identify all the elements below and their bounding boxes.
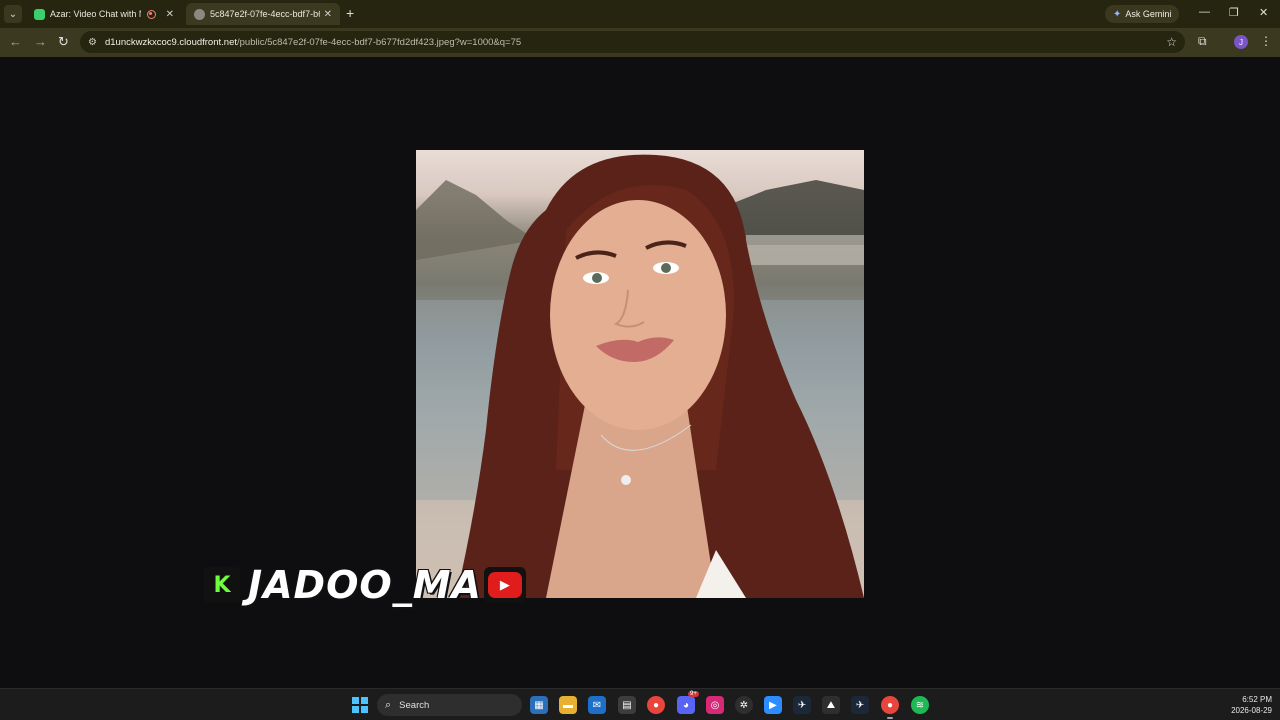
back-button[interactable]: ← [9,34,22,49]
search-placeholder: Search [399,699,430,711]
bookmark-star-icon[interactable]: ☆ [1166,35,1177,49]
recording-indicator-icon [146,9,156,19]
spotify-icon[interactable]: ≋ [911,696,929,714]
zoom-icon[interactable]: ▶ [764,696,782,714]
microsoft-store-icon[interactable]: ▤ [618,696,636,714]
close-tab-icon[interactable]: ✕ [324,9,332,20]
close-window-button[interactable]: ✕ [1259,6,1268,19]
active-app-indicator [887,717,893,719]
outlook-icon[interactable]: ✉ [588,696,606,714]
address-bar[interactable]: ⚙ d1unckwzkxcoc9.cloudfront.net/public/5… [80,31,1185,53]
youtube-play-button: ▶ [487,572,522,598]
discord-notification-badge: 9+ [688,691,699,697]
site-info-icon[interactable]: ⚙ [88,37,97,48]
tab-image[interactable]: 5c847e2f-07fe-4ecc-bdf7-b677 ✕ [186,3,340,25]
restore-button[interactable]: ❐ [1229,6,1239,19]
widgets-icon[interactable]: ▦ [530,696,548,714]
profile-avatar[interactable]: J [1234,35,1248,49]
taskbar-search[interactable]: ⌕ Search [377,694,522,716]
gemini-sparkle-icon: ✦ [1113,8,1122,20]
extensions-icon[interactable]: ⧉ [1198,34,1207,49]
clock-time: 6:52 PM [1242,695,1272,704]
new-tab-button[interactable]: + [346,6,354,20]
kick-logo-icon: K [204,567,240,603]
azar-favicon-icon [34,8,45,20]
tab-strip: ⌄ Azar: Video Chat with New ✕ 5c847e2f-0… [0,0,1280,28]
tab-search-button[interactable]: ⌄ [4,5,22,23]
kick-logo-letter: K [213,572,231,598]
reload-button[interactable]: ↻ [58,34,69,50]
play-triangle-icon: ▶ [499,577,510,592]
file-explorer-icon[interactable]: ▬ [559,696,577,714]
chrome-icon[interactable]: ● [647,696,665,714]
system-clock[interactable]: 6:52 PM 2026-08-29 [1231,694,1272,716]
chatgpt-icon[interactable]: ✲ [735,696,753,714]
ask-gemini-button[interactable]: ✦ Ask Gemini [1105,5,1180,23]
channel-watermark: K JADOO_MA ▶ [204,563,526,607]
watermark-text: JADOO_MA [248,563,482,607]
discord-icon[interactable]: ◕ [677,696,695,714]
displayed-image[interactable] [416,150,864,598]
youtube-logo-icon: ▶ [483,567,526,603]
url-path: /public/5c847e2f-07fe-4ecc-bdf7-b677fd2d… [237,36,522,48]
tab-azar[interactable]: Azar: Video Chat with New ✕ [26,3,182,25]
clock-date: 2026-08-29 [1231,706,1272,715]
start-button[interactable] [352,697,368,713]
chrome-active-icon[interactable]: ● [881,696,899,714]
search-icon: ⌕ [385,698,392,711]
steam-icon-2[interactable]: ✈ [851,696,869,714]
close-tab-icon[interactable]: ✕ [166,9,174,20]
forward-button[interactable]: → [34,34,47,49]
capcut-icon[interactable]: ⛰ [822,696,840,714]
browser-toolbar: ← → ↻ ⚙ d1unckwzkxcoc9.cloudfront.net/pu… [0,28,1280,57]
instagram-icon[interactable]: ◎ [706,696,724,714]
url-text[interactable]: d1unckwzkxcoc9.cloudfront.net/public/5c8… [105,37,521,48]
steam-icon[interactable]: ✈ [793,696,811,714]
minimize-button[interactable]: — [1199,6,1210,18]
ask-gemini-label: Ask Gemini [1125,9,1172,19]
menu-kebab-icon[interactable]: ⋮ [1260,34,1272,48]
tab-title: Azar: Video Chat with New [50,9,141,19]
globe-favicon-icon [194,8,205,20]
url-host: d1unckwzkxcoc9.cloudfront.net [104,36,237,48]
tab-title: 5c847e2f-07fe-4ecc-bdf7-b677 [210,9,320,19]
windows-taskbar: ⌕ Search ▦ ▬ ✉ ▤ ● ◕ 9+ ◎ ✲ ▶ ✈ ⛰ ✈ ● ≋ … [0,688,1280,720]
